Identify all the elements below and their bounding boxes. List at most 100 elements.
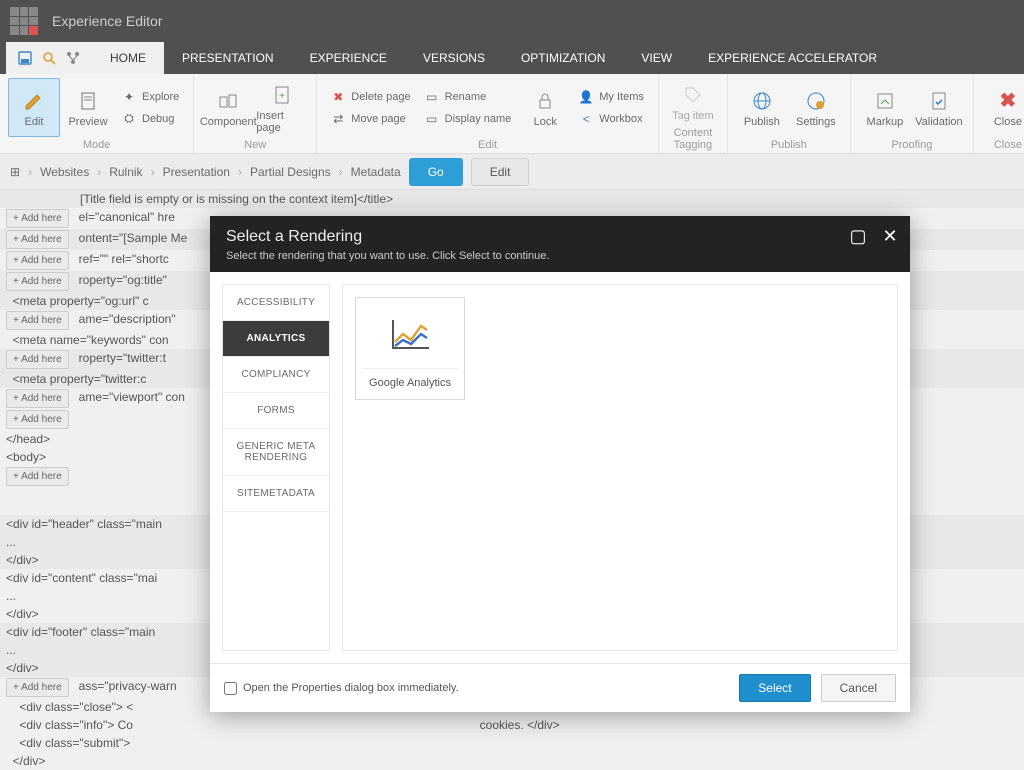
rename-button[interactable]: ▭Rename — [419, 88, 518, 106]
component-button[interactable]: Component — [202, 78, 254, 137]
code-line: ... — [0, 643, 22, 657]
bc-partial[interactable]: Partial Designs — [250, 165, 331, 179]
code-line: </div> — [0, 661, 45, 675]
lock-button[interactable]: Lock — [519, 78, 571, 137]
my-items-button[interactable]: 👤My Items — [573, 88, 650, 106]
group-mode-label: Mode — [8, 137, 185, 151]
go-button[interactable]: Go — [409, 158, 463, 186]
tab-accelerator[interactable]: EXPERIENCE ACCELERATOR — [690, 42, 895, 74]
close-dialog-icon[interactable]: ✕ — [880, 226, 900, 247]
preview-button[interactable]: Preview — [62, 78, 114, 137]
group-edit: ✖Delete page ⇄Move page ▭Rename ▭Display… — [317, 74, 659, 153]
tab-view[interactable]: VIEW — [623, 42, 690, 74]
code-line: roperty="og:title" — [73, 273, 173, 287]
settings-button[interactable]: Settings — [790, 78, 842, 137]
cat-accessibility[interactable]: ACCESSIBILITY — [223, 285, 329, 321]
add-here-button[interactable]: + Add here — [6, 350, 69, 369]
add-here-button[interactable]: + Add here — [6, 311, 69, 330]
open-properties-input[interactable] — [224, 682, 237, 695]
insert-page-button[interactable]: + Insert page — [256, 78, 308, 137]
code-line: <div id="content" class="mai — [0, 571, 163, 585]
group-close: ✖ Close Close — [974, 74, 1024, 153]
bc-rulnik[interactable]: Rulnik — [109, 165, 142, 179]
cat-generic[interactable]: GENERIC META RENDERING — [223, 429, 329, 476]
share-icon: < — [579, 112, 593, 126]
tag-item-button[interactable]: Tag item — [667, 78, 719, 125]
add-here-button[interactable]: + Add here — [6, 230, 69, 249]
group-close-label: Close — [982, 137, 1024, 151]
select-rendering-dialog: Select a Rendering Select the rendering … — [210, 216, 910, 712]
title-bar: Experience Editor — [0, 0, 1024, 42]
explore-button[interactable]: ✦Explore — [116, 88, 185, 106]
close-icon: ✖ — [995, 88, 1021, 114]
breadcrumb: ⊞ › Websites › Rulnik › Presentation › P… — [0, 154, 1024, 190]
code-line: <div class="submit"> — [0, 736, 140, 750]
dialog-body: ACCESSIBILITY ANALYTICS COMPLIANCY FORMS… — [210, 272, 910, 664]
add-here-button[interactable]: + Add here — [6, 389, 69, 408]
add-here-button[interactable]: + Add here — [6, 410, 69, 429]
tab-versions[interactable]: VERSIONS — [405, 42, 503, 74]
tree-root-icon[interactable]: ⊞ — [10, 165, 20, 179]
code-line: ontent="[Sample Me — [73, 231, 194, 245]
debug-button[interactable]: ⛭Debug — [116, 110, 185, 128]
save-icon[interactable] — [16, 49, 34, 67]
edit-button[interactable]: Edit — [8, 78, 60, 137]
maximize-icon[interactable]: ▢ — [848, 226, 868, 247]
tab-optimization[interactable]: OPTIMIZATION — [503, 42, 623, 74]
code-line: [Title field is empty or is missing on t… — [0, 192, 399, 206]
group-mode: Edit Preview ✦Explore ⛭Debug Mode — [0, 74, 194, 153]
code-line: </head> — [0, 432, 56, 446]
chevron-icon: › — [97, 165, 101, 179]
tree-icon[interactable] — [64, 49, 82, 67]
tab-home[interactable]: HOME — [92, 42, 164, 74]
cat-compliancy[interactable]: COMPLIANCY — [223, 357, 329, 393]
bc-edit-button[interactable]: Edit — [471, 158, 530, 186]
markup-button[interactable]: Markup — [859, 78, 911, 137]
add-here-button[interactable]: + Add here — [6, 209, 69, 228]
rename-icon: ▭ — [425, 90, 439, 104]
bc-metadata[interactable]: Metadata — [351, 165, 401, 179]
code-line: <div id="header" class="main — [0, 517, 168, 531]
code-line: ... — [0, 535, 22, 549]
bc-presentation[interactable]: Presentation — [163, 165, 230, 179]
code-line: <body> — [0, 450, 52, 464]
close-button[interactable]: ✖ Close — [982, 78, 1024, 137]
document-icon — [75, 88, 101, 114]
display-name-button[interactable]: ▭Display name — [419, 110, 518, 128]
group-proofing: Markup Validation Proofing — [851, 74, 974, 153]
add-here-button[interactable]: + Add here — [6, 251, 69, 270]
publish-button[interactable]: Publish — [736, 78, 788, 137]
code-line: ass="privacy-warn — [73, 679, 183, 693]
cat-analytics[interactable]: ANALYTICS — [223, 321, 329, 357]
chevron-icon: › — [151, 165, 155, 179]
open-properties-checkbox[interactable]: Open the Properties dialog box immediate… — [224, 682, 729, 695]
cat-sitemetadata[interactable]: SITEMETADATA — [223, 476, 329, 512]
chevron-icon: › — [28, 165, 32, 179]
cancel-button[interactable]: Cancel — [821, 674, 896, 702]
code-line: <meta name="keywords" con — [0, 333, 175, 347]
select-button[interactable]: Select — [739, 674, 810, 702]
add-here-button[interactable]: + Add here — [6, 272, 69, 291]
code-line: <div class="close"> < — [0, 700, 139, 714]
code-line: </div> — [0, 754, 51, 768]
rendering-google-analytics[interactable]: Google Analytics — [355, 297, 465, 400]
bc-websites[interactable]: Websites — [40, 165, 89, 179]
rendering-label: Google Analytics — [362, 368, 458, 389]
tab-presentation[interactable]: PRESENTATION — [164, 42, 292, 74]
delete-page-button[interactable]: ✖Delete page — [325, 88, 416, 106]
add-here-button[interactable]: + Add here — [6, 467, 69, 486]
move-page-button[interactable]: ⇄Move page — [325, 110, 416, 128]
display-icon: ▭ — [425, 112, 439, 126]
edit-label: Edit — [25, 116, 44, 128]
add-here-button[interactable]: + Add here — [6, 678, 69, 697]
workbox-button[interactable]: <Workbox — [573, 110, 650, 128]
cat-forms[interactable]: FORMS — [223, 393, 329, 429]
search-icon[interactable] — [40, 49, 58, 67]
tab-experience[interactable]: EXPERIENCE — [292, 42, 405, 74]
gear-globe-icon — [803, 88, 829, 114]
group-publish-label: Publish — [736, 137, 842, 151]
group-tagging: Tag item Content Tagging — [659, 74, 728, 153]
validation-button[interactable]: Validation — [913, 78, 965, 137]
code-line: </div> — [0, 607, 45, 621]
page-plus-icon: + — [269, 82, 295, 108]
